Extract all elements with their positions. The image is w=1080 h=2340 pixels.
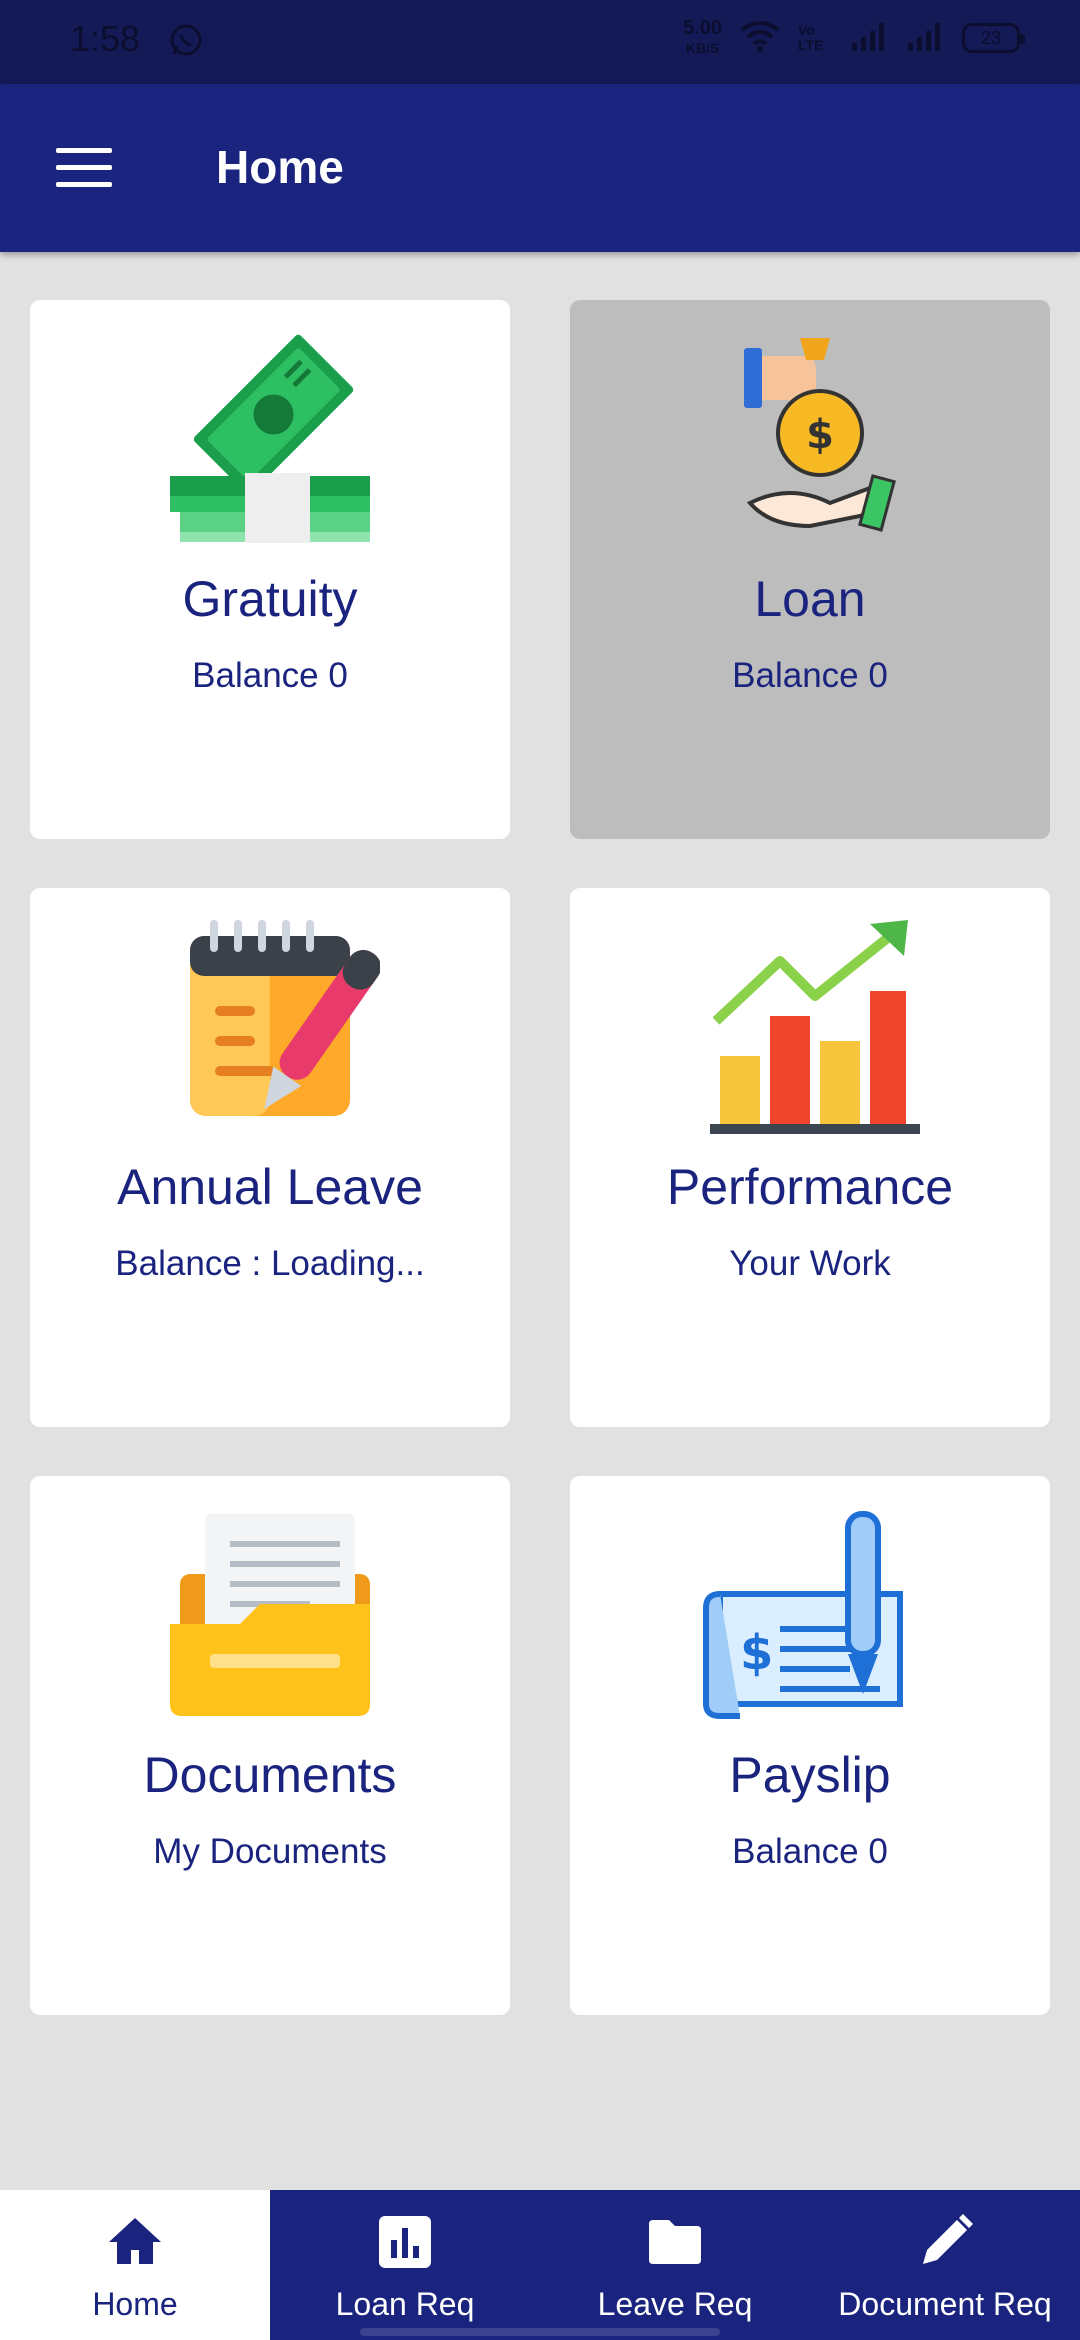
card-title: Performance [666,1159,954,1215]
home-icon [105,2212,165,2272]
card-performance[interactable]: Performance Your Work [570,888,1050,1427]
signal-icon-2 [906,21,944,56]
whatsapp-icon [168,22,204,63]
svg-text:$: $ [806,412,834,458]
card-title: Annual Leave [117,1159,423,1215]
card-title: Gratuity [182,571,358,627]
card-subtitle: Balance 0 [732,656,888,695]
money-bag-hand-icon: $ [700,328,920,548]
status-time: 1:58 [70,18,141,59]
card-title: Payslip [729,1747,891,1803]
nav-label: Home [92,2286,178,2322]
card-subtitle: Your Work [729,1244,891,1283]
volte-label: Vo LTE [798,22,824,53]
bottom-navigation: Home Loan Req Leave Req Document Req [0,2190,1080,2340]
card-subtitle: Balance 0 [192,656,348,695]
wifi-icon [740,20,780,57]
card-title: Loan [754,571,866,627]
pencil-icon [915,2212,975,2272]
page-title: Home [216,141,344,193]
battery-level: 23 [980,27,1002,48]
status-indicators: 5.00 KB/S Vo LTE 23 [683,18,1025,58]
cash-money-icon [160,328,380,548]
nav-label: Loan Req [335,2286,475,2322]
card-payslip[interactable]: $ Payslip Balance 0 [570,1476,1050,2015]
status-bar: 1:58 5.00 KB/S Vo LTE 23 [0,0,1080,84]
nav-item-loan-req[interactable]: Loan Req [270,2190,540,2340]
nav-label: Document Req [838,2286,1052,2322]
nav-item-home[interactable]: Home [0,2190,270,2340]
nav-item-leave-req[interactable]: Leave Req [540,2190,810,2340]
nav-label: Leave Req [597,2286,753,2322]
card-annual-leave[interactable]: Annual Leave Balance : Loading... [30,888,510,1427]
growth-chart-icon [700,916,920,1136]
folder-icon [645,2212,705,2272]
bar-chart-icon [375,2212,435,2272]
notepad-pen-icon [160,916,381,1136]
card-title: Documents [143,1747,397,1803]
gesture-handle[interactable] [360,2328,720,2336]
nav-item-document-req[interactable]: Document Req [810,2190,1080,2340]
card-gratuity[interactable]: Gratuity Balance 0 [30,300,510,839]
document-folder-icon [160,1504,380,1724]
card-loan[interactable]: $ Loan Balance 0 [570,300,1050,839]
net-speed-value: 5.00 [683,17,722,39]
app-bar: Home [0,84,1080,252]
network-speed: 5.00 KB/S [683,18,722,58]
signal-icon-1 [850,21,888,56]
card-subtitle: My Documents [153,1832,387,1871]
hamburger-menu-icon[interactable] [56,148,112,188]
net-speed-unit: KB/S [685,40,720,56]
cheque-pen-icon: $ [700,1504,920,1724]
svg-text:$: $ [740,1625,773,1681]
battery-icon: 23 [962,23,1025,53]
card-subtitle: Balance 0 [732,1832,888,1871]
card-subtitle: Balance : Loading... [115,1244,425,1283]
card-documents[interactable]: Documents My Documents [30,1476,510,2015]
